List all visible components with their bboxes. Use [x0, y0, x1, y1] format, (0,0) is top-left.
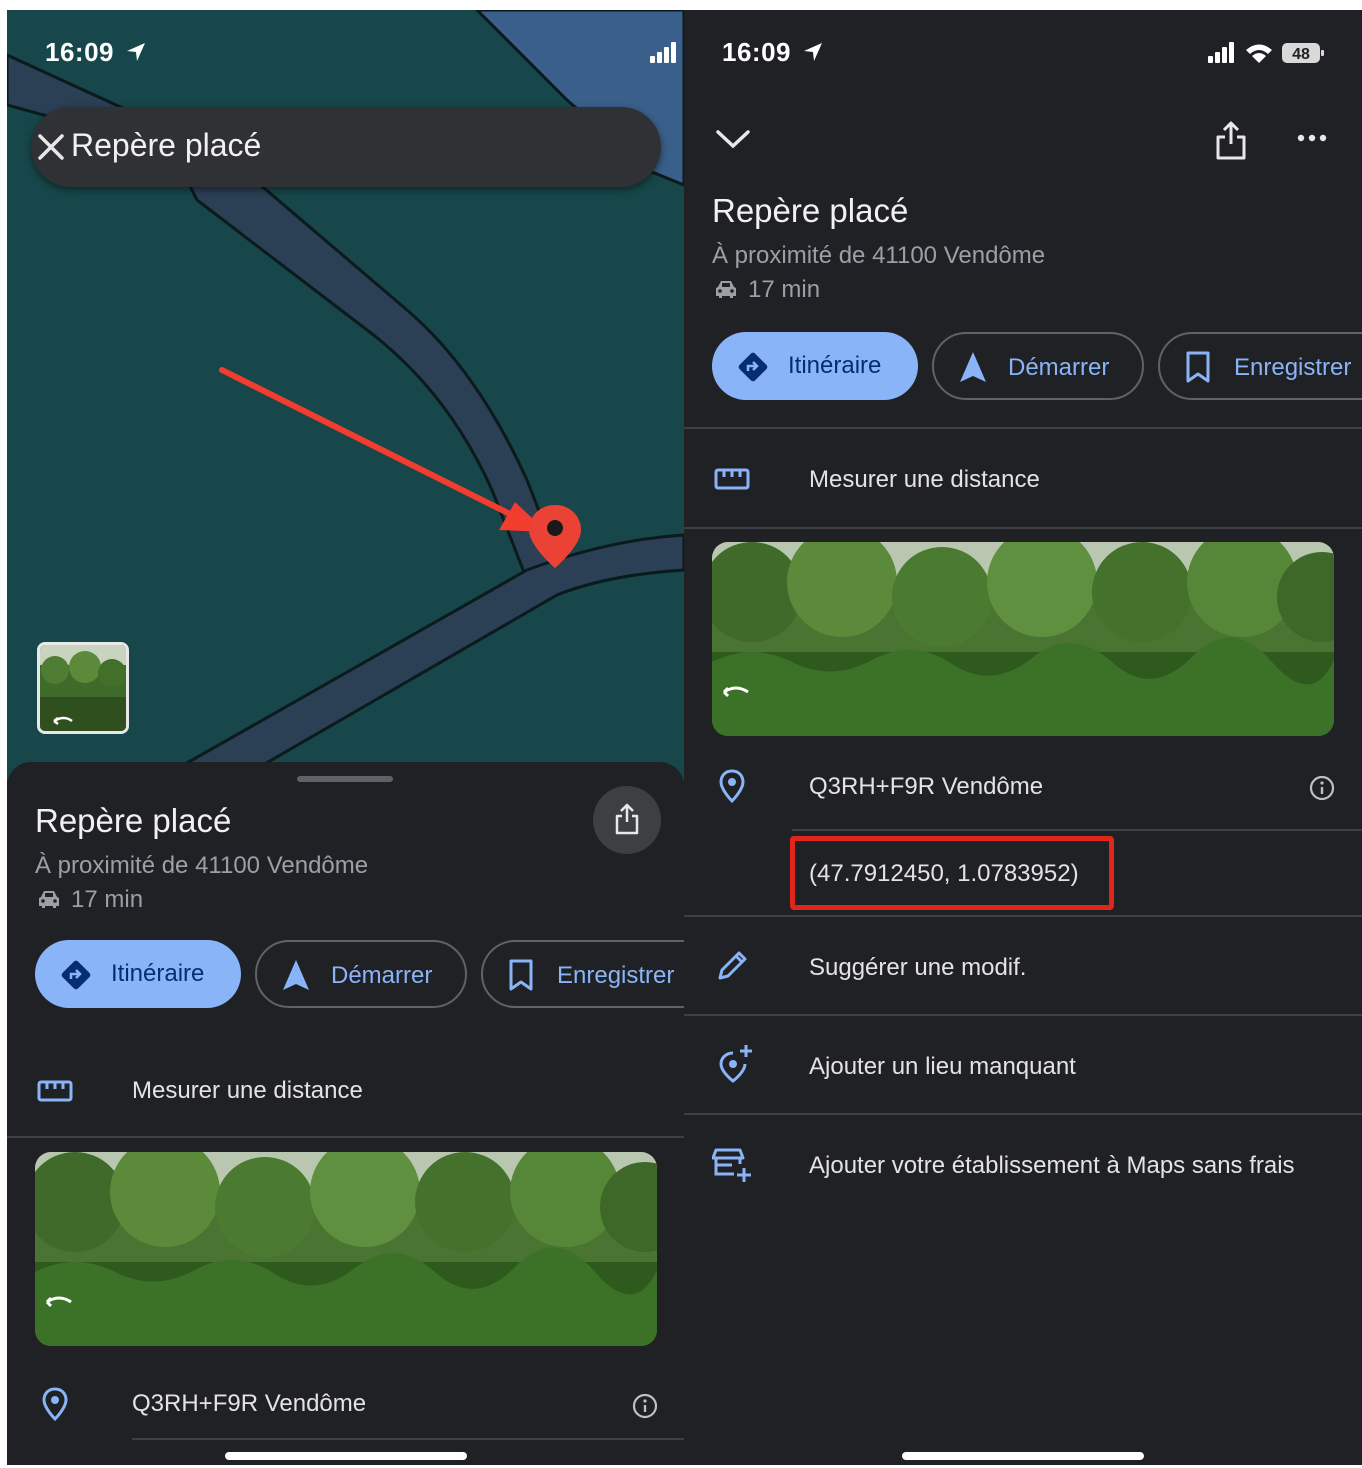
place-subtitle: À proximité de 41100 Vendôme	[712, 242, 1046, 269]
location-arrow-icon	[127, 43, 145, 61]
street-view-photo[interactable]	[712, 542, 1334, 736]
place-title: Repère placé	[712, 192, 909, 229]
place-subtitle: À proximité de 41100 Vendôme	[35, 852, 369, 879]
save-button[interactable]: Enregistrer	[1158, 332, 1362, 400]
street-view-photo-image	[35, 1152, 657, 1346]
place-bottom-sheet[interactable]: Repère placé À proximité de 41100 Vendôm…	[7, 762, 684, 1465]
search-text: Repère placé	[71, 127, 262, 163]
car-icon	[716, 281, 736, 298]
save-label: Enregistrer	[1234, 354, 1352, 381]
add-business-row[interactable]: Ajouter votre établissement à Maps sans …	[684, 1126, 1362, 1206]
directions-label: Itinéraire	[788, 352, 882, 379]
location-arrow-icon	[804, 43, 822, 61]
divider	[7, 1136, 684, 1138]
plus-code-row[interactable]: Q3RH+F9R Vendôme	[684, 748, 1362, 828]
travel-time: 17 min	[748, 276, 821, 303]
suggest-edit-row[interactable]: Suggérer une modif.	[684, 928, 1362, 1008]
signal-wifi-battery-icon: 48	[650, 42, 676, 63]
measure-distance-row[interactable]: Mesurer une distance	[684, 440, 1362, 520]
save-button[interactable]: Enregistrer	[481, 940, 684, 1008]
status-bar: 16:09 48	[684, 10, 1362, 90]
measure-distance-row[interactable]: Mesurer une distance	[7, 1052, 684, 1132]
street-view-photo[interactable]	[35, 1152, 657, 1346]
save-label: Enregistrer	[557, 962, 675, 989]
car-icon	[39, 891, 59, 908]
info-icon[interactable]	[631, 1392, 659, 1420]
start-label: Démarrer	[1008, 354, 1110, 381]
add-business-label: Ajouter votre établissement à Maps sans …	[809, 1152, 1295, 1179]
left-phone-screen: 16:09 48 Repère placé	[7, 10, 684, 1465]
measure-distance-label: Mesurer une distance	[809, 466, 1040, 493]
status-time: 16:09	[722, 37, 791, 67]
directions-button[interactable]: Itinéraire	[35, 940, 241, 1008]
sheet-drag-handle[interactable]	[297, 776, 393, 782]
directions-icon	[61, 960, 91, 990]
divider	[684, 1113, 1362, 1115]
location-pin-icon	[42, 1387, 68, 1422]
ruler-icon	[714, 468, 750, 490]
more-options-icon[interactable]	[1296, 132, 1328, 144]
divider	[684, 527, 1362, 529]
plus-code-row[interactable]: Q3RH+F9R Vendôme	[7, 1362, 684, 1442]
directions-label: Itinéraire	[111, 960, 205, 987]
status-bar: 16:09 48	[7, 10, 684, 90]
search-bar[interactable]: Repère placé	[31, 107, 661, 187]
divider	[132, 1438, 684, 1440]
home-indicator[interactable]	[225, 1452, 467, 1460]
home-indicator[interactable]	[902, 1452, 1144, 1460]
status-icons: 48	[1208, 40, 1328, 71]
highlight-box	[790, 836, 1114, 910]
ruler-icon	[37, 1080, 73, 1102]
navigation-icon	[283, 960, 309, 990]
location-pin-icon	[719, 769, 745, 804]
bookmark-icon	[1186, 351, 1210, 383]
street-view-thumbnail-image	[40, 645, 126, 731]
start-button[interactable]: Démarrer	[255, 940, 467, 1008]
share-icon[interactable]	[1214, 120, 1248, 162]
bookmark-icon	[509, 959, 533, 991]
chevron-down-icon[interactable]	[714, 126, 752, 152]
navigation-icon	[960, 352, 986, 382]
plus-code-label: Q3RH+F9R Vendôme	[809, 773, 1044, 800]
battery-level: 48	[1292, 46, 1310, 63]
plus-code-label: Q3RH+F9R Vendôme	[132, 1390, 367, 1417]
status-time: 16:09	[45, 37, 114, 67]
divider	[684, 427, 1362, 429]
travel-time: 17 min	[71, 886, 144, 913]
directions-button[interactable]: Itinéraire	[712, 332, 918, 400]
pencil-icon	[718, 951, 747, 980]
street-view-thumbnail[interactable]	[37, 642, 129, 734]
start-label: Démarrer	[331, 962, 433, 989]
street-view-photo-image	[712, 542, 1334, 736]
add-location-icon	[719, 1045, 752, 1083]
map-view[interactable]: 16:09 48 Repère placé	[7, 10, 684, 780]
info-icon[interactable]	[1308, 774, 1336, 802]
add-place-label: Ajouter un lieu manquant	[809, 1053, 1076, 1080]
signal-wifi-battery-icon: 48	[1208, 42, 1324, 63]
add-place-row[interactable]: Ajouter un lieu manquant	[684, 1027, 1362, 1107]
divider	[792, 829, 1362, 831]
directions-icon	[738, 352, 768, 382]
start-button[interactable]: Démarrer	[932, 332, 1144, 400]
divider	[684, 915, 1362, 917]
divider	[684, 1014, 1362, 1016]
add-business-icon	[712, 1148, 751, 1182]
close-icon[interactable]	[31, 127, 71, 167]
share-icon	[615, 803, 639, 835]
right-phone-screen: 16:09 48 Repère placé À proximité de 411…	[684, 10, 1362, 1465]
place-title: Repère placé	[35, 802, 232, 839]
share-button[interactable]	[593, 786, 661, 854]
measure-distance-label: Mesurer une distance	[132, 1077, 363, 1104]
suggest-edit-label: Suggérer une modif.	[809, 954, 1027, 981]
